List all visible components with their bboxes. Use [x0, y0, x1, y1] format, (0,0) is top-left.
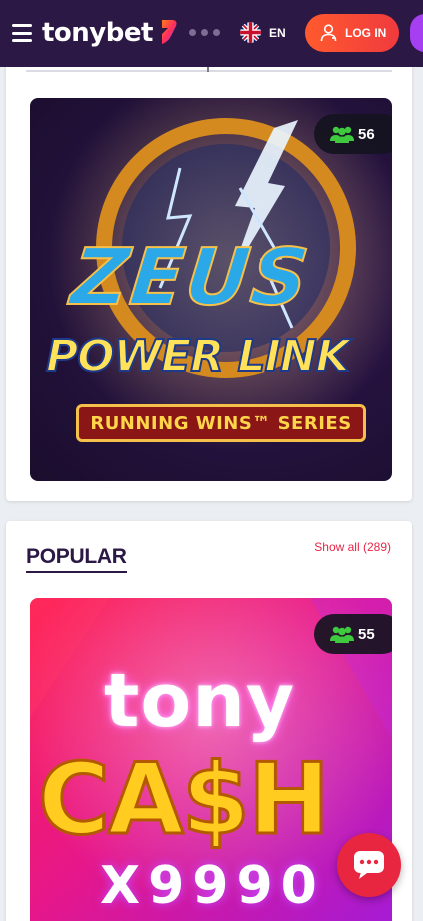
login-button[interactable]: LOG IN — [305, 14, 399, 52]
logo-text: tonybet — [42, 18, 153, 48]
featured-games-card: ZEUS POWER LINK RUNNING WINS™ SERIES 56 — [6, 0, 412, 501]
divider-tick — [207, 67, 209, 72]
hamburger-menu-icon[interactable] — [12, 24, 32, 42]
login-label: LOG IN — [345, 26, 387, 40]
game-title-line1: ZEUS — [66, 232, 315, 324]
section-title: POPULAR — [26, 545, 127, 573]
live-chat-button[interactable] — [337, 833, 401, 897]
game-tile-zeus-power-link[interactable]: ZEUS POWER LINK RUNNING WINS™ SERIES 56 — [30, 98, 392, 481]
players-count: 55 — [358, 625, 375, 643]
user-icon — [320, 24, 337, 42]
language-selector[interactable]: EN — [240, 22, 286, 43]
game-subtitle: RUNNING WINS™ SERIES — [90, 412, 352, 434]
game-title-line3: X9990 — [100, 856, 325, 916]
uk-flag-icon — [240, 22, 261, 43]
game-title-line2: POWER LINK — [45, 330, 351, 383]
users-icon — [330, 626, 354, 643]
players-badge: 55 — [314, 614, 392, 654]
section-header: POPULAR — [26, 545, 127, 573]
game-title-line2: CA$H — [37, 742, 332, 859]
users-icon — [330, 126, 354, 143]
players-badge: 56 — [314, 114, 392, 154]
game-title-line1: tony — [104, 658, 296, 744]
section-divider — [26, 70, 392, 72]
top-header: tonybet EN LOG IN — [0, 0, 423, 67]
chat-bubble-icon — [354, 851, 384, 879]
language-code: EN — [269, 25, 286, 40]
show-all-link[interactable]: Show all (289) — [314, 540, 391, 554]
logo-mark-icon — [161, 20, 177, 44]
register-button[interactable] — [410, 14, 423, 52]
tonybet-logo[interactable]: tonybet — [42, 17, 178, 49]
game-subtitle-banner: RUNNING WINS™ SERIES — [76, 404, 366, 442]
players-count: 56 — [358, 125, 375, 143]
more-menu-icon[interactable] — [189, 29, 220, 36]
